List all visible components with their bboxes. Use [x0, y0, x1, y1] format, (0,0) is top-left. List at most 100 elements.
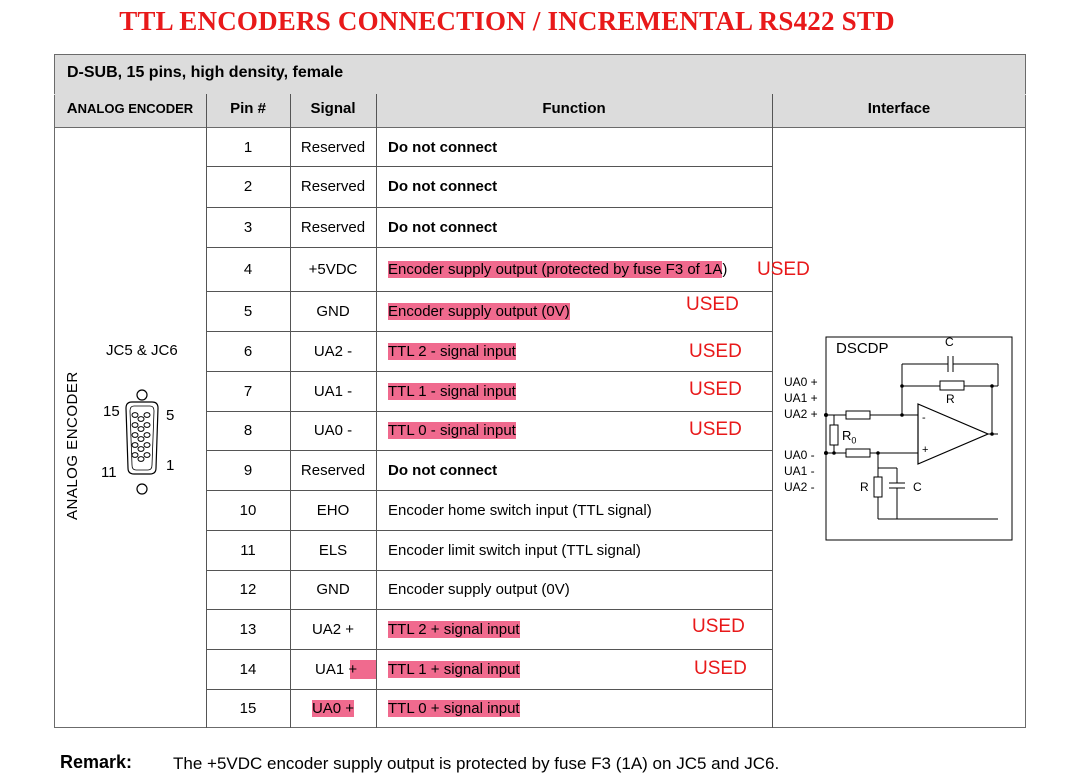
input-label: UA1 -	[784, 464, 815, 478]
schematic-r0-label: R0	[842, 428, 856, 446]
pin-number-cell: 4	[206, 247, 290, 291]
pin-number: 10	[239, 501, 257, 519]
function-text: Encoder home switch input (TTL signal)	[388, 501, 652, 519]
pin-number: 3	[243, 218, 253, 236]
signal-cell: UA1 +	[290, 649, 376, 689]
pin-label-1: 1	[166, 457, 175, 474]
signal-name: UA1 -	[313, 382, 353, 400]
connector-type-title: D-SUB, 15 pins, high density, female	[67, 64, 344, 81]
function-cell: Encoder limit switch input (TTL signal)	[388, 530, 772, 570]
pin-number: 9	[243, 461, 253, 479]
signal-name: UA2 +	[311, 620, 355, 638]
function-cell: Do not connect	[388, 450, 772, 490]
remark-label: Remark:	[60, 752, 133, 772]
pin-number: 12	[239, 581, 257, 598]
function-text: Do not connect	[388, 218, 498, 236]
function-text: Encoder supply output (protected by fuse…	[388, 260, 723, 278]
used-annotation: USED	[686, 294, 739, 315]
pin-number-cell: 13	[206, 609, 290, 649]
function-cell: Do not connect	[388, 207, 772, 247]
pin-number-cell: 9	[206, 450, 290, 490]
pin-number-cell: 11	[206, 530, 290, 570]
column-divider	[772, 94, 773, 728]
column-header-function: Function	[542, 100, 606, 117]
function-text: Do not connect	[388, 461, 498, 479]
signal-name: ELS	[318, 541, 348, 559]
pin-number-cell: 8	[206, 411, 290, 450]
schematic-res-top-label: R	[946, 392, 955, 406]
column-header-interface: Interface	[867, 100, 931, 117]
pin-number-cell: 12	[206, 570, 290, 609]
function-text: Encoder supply output (0V)	[388, 302, 570, 320]
signal-cell: UA0 +	[290, 689, 376, 728]
signal-name: Reserved	[300, 218, 366, 236]
signal-cell: UA1 -	[290, 371, 376, 411]
function-text: TTL 2 + signal input	[388, 620, 520, 638]
input-label: UA0 -	[784, 448, 815, 462]
pin-number-cell: 14	[206, 649, 290, 689]
signal-name: GND	[316, 581, 350, 598]
pin-number-cell: 5	[206, 291, 290, 331]
pin-number: 11	[240, 541, 256, 559]
function-text: TTL 2 - signal input	[388, 342, 516, 360]
function-text: Do not connect	[388, 178, 498, 195]
input-label: UA0 +	[784, 375, 818, 389]
pin-number: 4	[243, 260, 253, 278]
schematic-minus-inputs: UA0 - UA1 - UA2 -	[784, 447, 815, 495]
pin-number: 14	[239, 660, 257, 678]
used-annotation: USED	[689, 379, 742, 400]
signal-name: EHO	[316, 501, 350, 519]
schematic-name: DSCDP	[836, 340, 889, 357]
header-analog-rest: NALOG ENCODER	[77, 101, 194, 116]
pin-label-5: 5	[166, 407, 175, 424]
signal-cell: EHO	[290, 490, 376, 530]
signal-name: Reserved	[300, 138, 366, 156]
pin-number: 13	[239, 620, 257, 638]
function-text: Encoder limit switch input (TTL signal)	[388, 541, 641, 559]
pin-number-cell: 7	[206, 371, 290, 411]
signal-cell: GND	[290, 570, 376, 609]
header-analog-first-letter: A	[66, 100, 78, 117]
function-text: TTL 1 - signal input	[388, 382, 516, 400]
pin-number: 15	[239, 700, 257, 717]
used-annotation: USED	[689, 419, 742, 440]
pin-number-cell: 15	[206, 689, 290, 728]
dscdp-interface-schematic	[824, 336, 1013, 541]
signal-name: Reserved	[300, 461, 366, 479]
signal-cell: GND	[290, 291, 376, 331]
schematic-cap-bottom-label: C	[913, 480, 922, 494]
opamp-minus-sign: -	[922, 412, 926, 424]
signal-cell: Reserved	[290, 128, 376, 166]
signal-name: UA1 +	[315, 660, 358, 678]
pin-label-11: 11	[101, 464, 117, 481]
schematic-plus-inputs: UA0 + UA1 + UA2 +	[784, 374, 818, 422]
function-text-tail: )	[722, 260, 728, 278]
pin-number-cell: 10	[206, 490, 290, 530]
pin-label-15: 15	[103, 403, 120, 420]
function-text: Encoder supply output (0V)	[388, 581, 570, 598]
signal-name: Reserved	[300, 178, 366, 195]
function-cell: Encoder supply output (protected by fuse…	[388, 247, 772, 291]
signal-name: UA0 +	[311, 700, 355, 717]
signal-cell: Reserved	[290, 450, 376, 490]
input-label: UA2 -	[784, 480, 815, 494]
analog-encoder-vertical-label: ANALOG ENCODER	[64, 371, 81, 520]
pin-number: 8	[243, 422, 253, 439]
function-text: TTL 0 + signal input	[388, 700, 520, 717]
schematic-cap-top-label: C	[945, 335, 954, 349]
function-text: TTL 1 + signal input	[388, 660, 520, 678]
pin-number-cell: 1	[206, 128, 290, 166]
used-annotation: USED	[689, 341, 742, 362]
pin-number-cell: 3	[206, 207, 290, 247]
function-text: Do not connect	[388, 138, 498, 156]
signal-cell: +5VDC	[290, 247, 376, 291]
pin-number: 5	[243, 302, 253, 320]
function-text: TTL 0 - signal input	[388, 422, 516, 439]
schematic-res-bottom-label: R	[860, 480, 869, 494]
signal-cell: ELS	[290, 530, 376, 570]
pin-number-cell: 6	[206, 331, 290, 371]
signal-cell: Reserved	[290, 166, 376, 207]
used-annotation: USED	[757, 259, 810, 280]
pin-number-cell: 2	[206, 166, 290, 207]
remark-text: The +5VDC encoder supply output is prote…	[173, 754, 780, 773]
